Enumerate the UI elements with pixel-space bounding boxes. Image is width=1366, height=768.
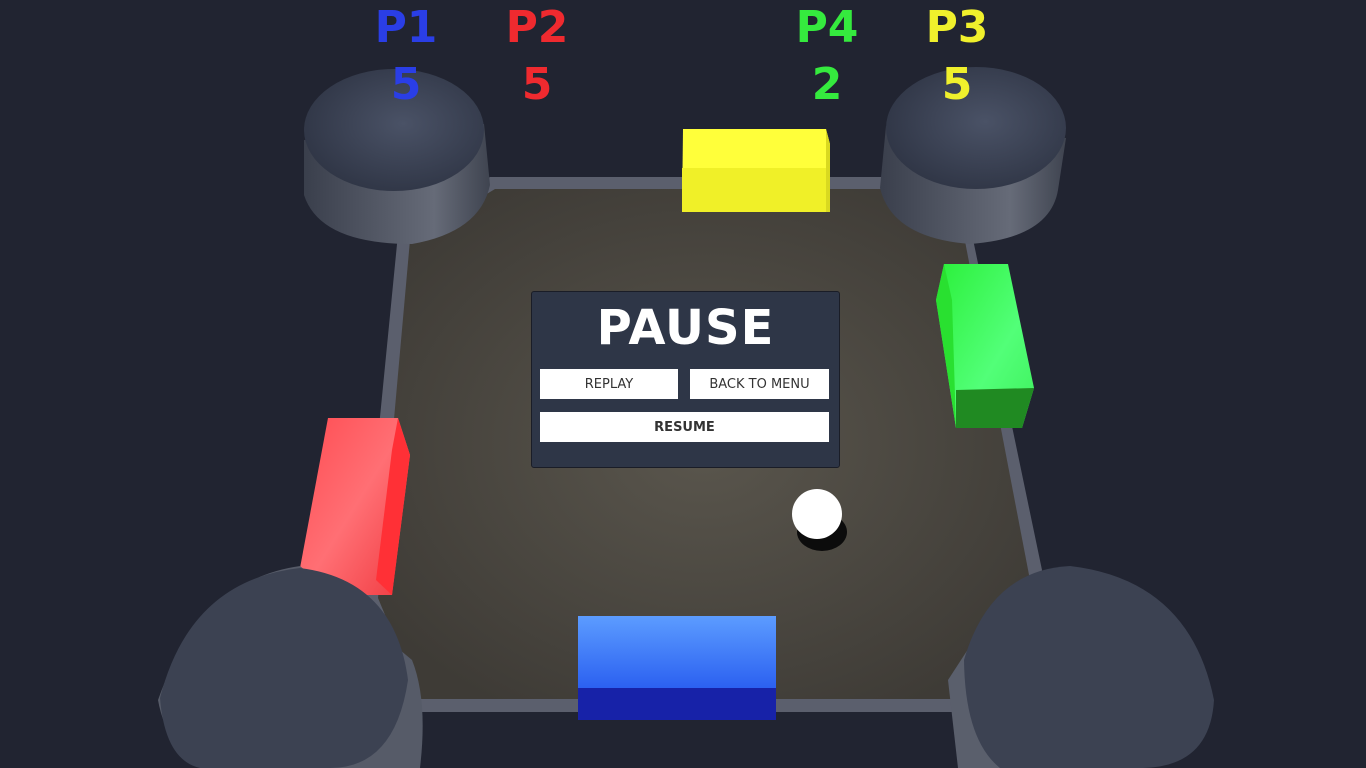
player-label: P1 bbox=[374, 2, 438, 53]
score-p2: P2 5 bbox=[487, 6, 587, 107]
player-score: 5 bbox=[941, 59, 973, 110]
player-score: 5 bbox=[521, 59, 553, 110]
pause-menu: PAUSE REPLAY BACK TO MENU RESUME bbox=[531, 291, 840, 468]
paddle-p2 bbox=[300, 418, 410, 595]
score-p1: P1 5 bbox=[356, 6, 456, 107]
player-score: 2 bbox=[811, 59, 843, 110]
paddle-p1 bbox=[578, 616, 776, 720]
pause-title: PAUSE bbox=[596, 300, 775, 356]
replay-button[interactable]: REPLAY bbox=[540, 369, 678, 399]
resume-button[interactable]: RESUME bbox=[540, 412, 829, 442]
ball bbox=[792, 489, 842, 539]
score-p3: P3 5 bbox=[907, 6, 1007, 107]
player-score: 5 bbox=[390, 59, 422, 110]
player-label: P2 bbox=[505, 2, 569, 53]
paddle-p3 bbox=[682, 129, 830, 212]
back-to-menu-button[interactable]: BACK TO MENU bbox=[690, 369, 829, 399]
score-p4: P4 2 bbox=[777, 6, 877, 107]
player-label: P4 bbox=[795, 2, 859, 53]
player-label: P3 bbox=[925, 2, 989, 53]
